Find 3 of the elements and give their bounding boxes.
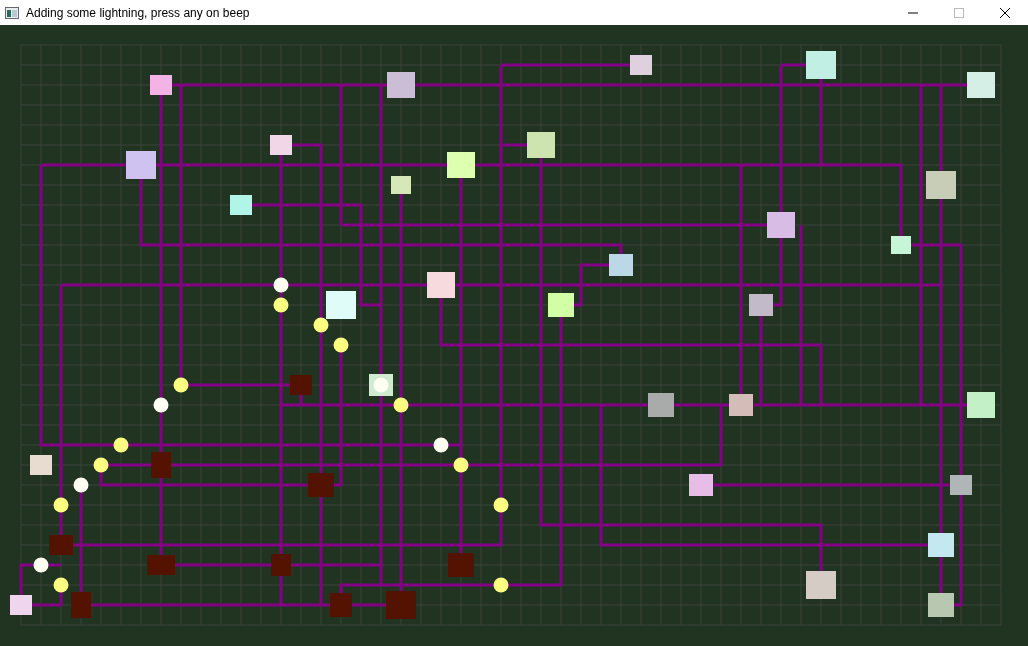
app-icon <box>5 6 19 19</box>
close-icon[interactable] <box>1000 7 1010 18</box>
window-title: Adding some lightning, press any on beep <box>26 5 251 20</box>
